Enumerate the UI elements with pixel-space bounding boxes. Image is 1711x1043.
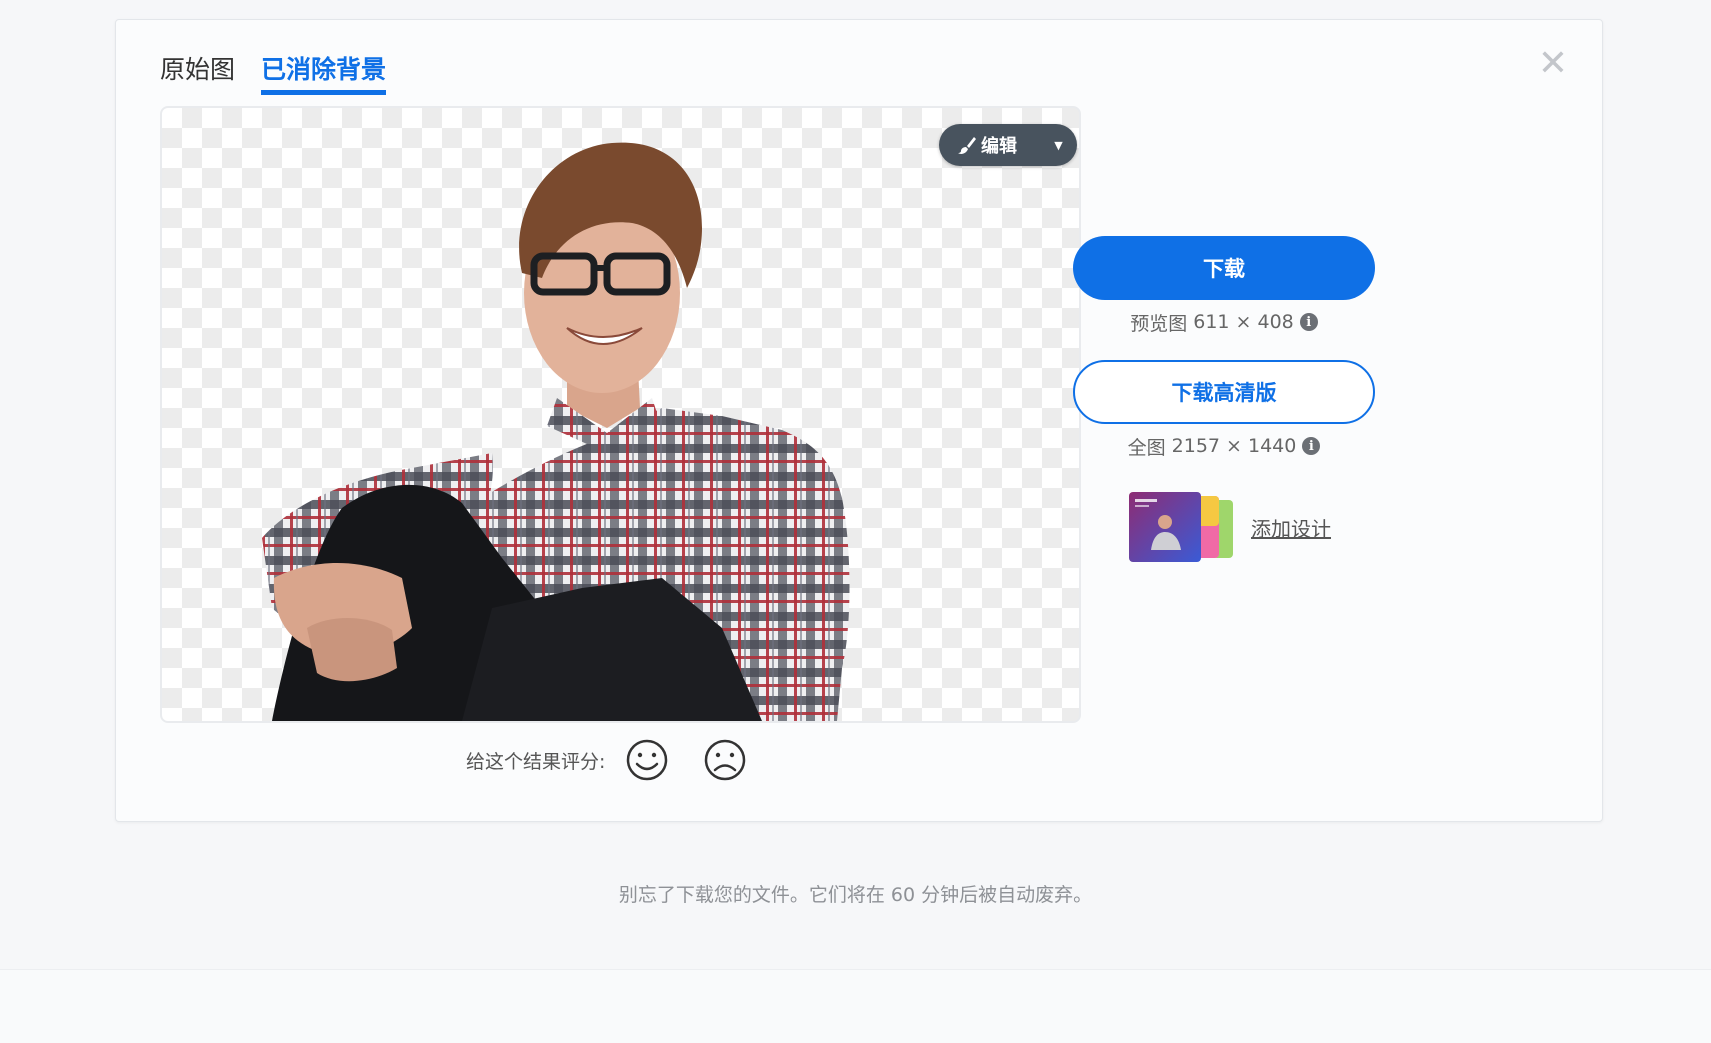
expiry-note: 别忘了下载您的文件。它们将在 60 分钟后被自动废弃。 <box>618 884 1093 906</box>
add-design-label[interactable]: 添加设计 <box>1251 513 1331 542</box>
result-card: ✕ 原始图 已消除背景 编辑 ▼ 给这个结果评分: <box>115 19 1603 822</box>
chevron-down-icon[interactable]: ▼ <box>1040 139 1077 152</box>
full-size-line: 全图 2157 × 1440 i <box>1073 432 1375 460</box>
happy-face-icon[interactable] <box>625 738 669 782</box>
preview-size: 611 × 408 <box>1193 311 1294 333</box>
tab-original[interactable]: 原始图 <box>160 50 235 95</box>
info-icon[interactable]: i <box>1299 313 1318 331</box>
full-size: 2157 × 1440 <box>1171 435 1297 457</box>
brush-icon <box>958 137 976 154</box>
close-icon[interactable]: ✕ <box>1538 46 1568 82</box>
cutout-person-image <box>262 142 850 721</box>
view-tabs: 原始图 已消除背景 <box>160 50 387 95</box>
sad-face-icon[interactable] <box>703 738 747 782</box>
rating-label: 给这个结果评分: <box>466 750 606 773</box>
edit-button[interactable]: 编辑 ▼ <box>939 124 1077 166</box>
design-templates-icon <box>1129 492 1233 562</box>
edit-label: 编辑 <box>981 136 1017 157</box>
rating-bar: 给这个结果评分: <box>466 738 781 782</box>
preview-size-line: 预览图 611 × 408 i <box>1073 308 1375 336</box>
edit-main[interactable]: 编辑 <box>939 132 1040 158</box>
add-design-link[interactable]: 添加设计 <box>1129 492 1331 562</box>
download-panel: 下载 预览图 611 × 408 i 下载高清版 全图 2157 × 1440 … <box>1073 236 1375 460</box>
image-preview: 编辑 ▼ <box>160 106 1081 723</box>
page: ✕ 原始图 已消除背景 编辑 ▼ 给这个结果评分: 下载 预览图 611 × 4… <box>0 0 1711 1043</box>
download-hd-button[interactable]: 下载高清版 <box>1073 360 1375 424</box>
full-label: 全图 <box>1127 436 1166 459</box>
tab-removed-background[interactable]: 已消除背景 <box>261 50 387 95</box>
page-bottom-band <box>0 969 1711 1043</box>
download-button[interactable]: 下载 <box>1073 236 1375 300</box>
info-icon[interactable]: i <box>1302 437 1321 455</box>
preview-label: 预览图 <box>1130 312 1188 335</box>
